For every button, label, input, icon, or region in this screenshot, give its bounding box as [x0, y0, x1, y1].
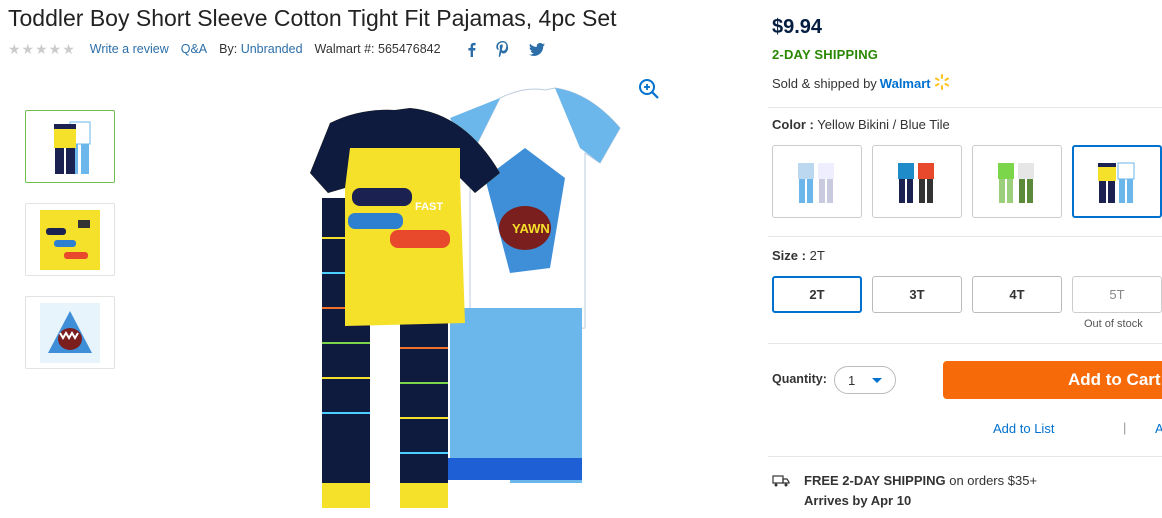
sold-by: Sold & shipped by Walmart — [772, 74, 950, 93]
twitter-icon[interactable] — [528, 42, 545, 56]
color-swatch-2[interactable] — [872, 145, 962, 218]
product-image[interactable]: YAWN FAST — [300, 78, 690, 513]
size-selection: Size : 2T — [772, 248, 825, 263]
color-value: Yellow Bikini / Blue Tile — [817, 117, 950, 132]
free-shipping-text: on orders $35+ — [945, 473, 1038, 488]
color-selection: Color : Yellow Bikini / Blue Tile — [772, 117, 950, 132]
thumbnail-full-set[interactable] — [25, 110, 115, 183]
color-swatch-1[interactable] — [772, 145, 862, 218]
svg-text:YAWN: YAWN — [512, 221, 550, 236]
arrival-date: Arrives by Apr 10 — [804, 493, 912, 508]
thumbnail-yellow-shirt[interactable] — [25, 203, 115, 276]
price: $9.94 — [772, 16, 823, 38]
free-shipping-bold: FREE 2-DAY SHIPPING — [804, 473, 946, 488]
truck-icon — [772, 474, 790, 492]
product-meta: ★★★★★ Write a review Q&A By: Unbranded W… — [8, 41, 545, 57]
seller-link[interactable]: Walmart — [880, 76, 931, 91]
color-label: Color : — [772, 117, 814, 132]
write-review-link[interactable]: Write a review — [90, 42, 169, 56]
rating-stars[interactable]: ★★★★★ — [8, 41, 76, 58]
divider — [768, 107, 1162, 108]
size-2t-button[interactable]: 2T — [772, 276, 862, 313]
product-title: Toddler Boy Short Sleeve Cotton Tight Fi… — [8, 5, 617, 31]
quantity-select[interactable]: 1 — [834, 366, 896, 394]
item-number: 565476842 — [378, 42, 441, 56]
divider — [768, 343, 1162, 344]
facebook-icon[interactable] — [467, 42, 476, 57]
item-number-label: Walmart #: — [314, 42, 375, 56]
brand-link[interactable]: Unbranded — [241, 42, 303, 56]
add-to-registry-link[interactable]: A — [1155, 421, 1162, 436]
thumbnail-shark-shirt[interactable] — [25, 296, 115, 369]
qa-link[interactable]: Q&A — [181, 42, 207, 56]
add-to-list-link[interactable]: Add to List — [993, 421, 1054, 436]
divider — [768, 236, 1162, 237]
svg-text:FAST: FAST — [415, 201, 443, 213]
size-3t-button[interactable]: 3T — [872, 276, 962, 313]
divider — [768, 456, 1162, 457]
color-swatch-4[interactable] — [1072, 145, 1162, 218]
size-5t-button[interactable]: 5T — [1072, 276, 1162, 313]
quantity-value: 1 — [848, 372, 856, 388]
quantity-label: Quantity: — [772, 372, 827, 386]
add-to-cart-button[interactable]: Add to Cart — [943, 361, 1162, 399]
zoom-icon[interactable] — [638, 78, 660, 105]
size-label: Size : — [772, 248, 806, 263]
free-shipping-info: FREE 2-DAY SHIPPING on orders $35+ — [804, 473, 1037, 488]
size-4t-button[interactable]: 4T — [972, 276, 1062, 313]
pinterest-icon[interactable] — [495, 41, 509, 57]
chevron-down-icon — [872, 378, 882, 383]
by-label: By: — [219, 42, 238, 56]
social-share — [467, 41, 545, 57]
shipping-badge: 2-DAY SHIPPING — [772, 47, 879, 62]
out-of-stock-label: Out of stock — [1084, 318, 1143, 330]
size-value: 2T — [809, 248, 825, 263]
color-swatch-3[interactable] — [972, 145, 1062, 218]
spark-icon — [934, 74, 950, 93]
sold-by-label: Sold & shipped by — [772, 76, 877, 91]
separator: | — [1123, 420, 1127, 435]
